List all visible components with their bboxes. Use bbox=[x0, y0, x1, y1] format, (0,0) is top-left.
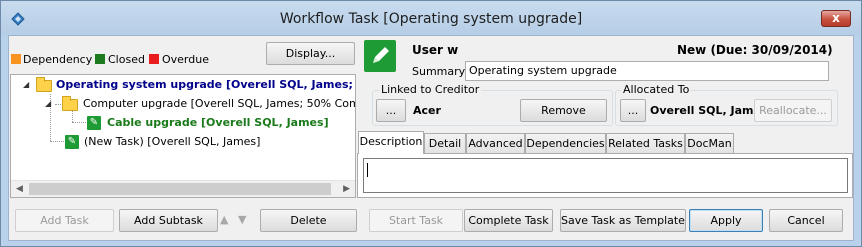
legend-dependency: Dependency bbox=[23, 53, 93, 66]
tree-connector bbox=[50, 141, 64, 142]
tab-docman[interactable]: DocMan bbox=[685, 133, 734, 153]
tab-related-tasks[interactable]: Related Tasks bbox=[606, 133, 685, 153]
move-up-icon[interactable]: ▲ bbox=[220, 213, 228, 226]
close-button[interactable]: x bbox=[821, 10, 851, 27]
remove-button[interactable]: Remove bbox=[520, 99, 607, 122]
task-pencil-icon bbox=[364, 40, 396, 72]
display-button[interactable]: Display... bbox=[266, 42, 355, 65]
assigned-user: User w bbox=[412, 43, 459, 57]
task-status: New (Due: 30/09/2014) bbox=[677, 43, 833, 57]
tree-connector bbox=[72, 122, 86, 123]
tab-dependencies[interactable]: Dependencies bbox=[525, 133, 606, 153]
apply-button[interactable]: Apply bbox=[689, 209, 763, 232]
expand-arrow-icon[interactable]: ◢ bbox=[45, 96, 51, 112]
save-template-button[interactable]: Save Task as Template bbox=[560, 209, 686, 232]
pencil-icon: ✎ bbox=[87, 116, 101, 130]
overdue-swatch bbox=[149, 54, 159, 64]
tab-detail[interactable]: Detail bbox=[424, 133, 466, 153]
allocated-to-label: Allocated To bbox=[621, 83, 692, 96]
legend-overdue: Overdue bbox=[162, 53, 209, 66]
pencil-icon: ✎ bbox=[65, 135, 79, 149]
allocated-user: Overell SQL, James bbox=[650, 104, 768, 117]
scroll-thumb[interactable] bbox=[29, 183, 331, 195]
tab-description[interactable]: Description bbox=[358, 131, 424, 154]
creditor-browse-button[interactable]: ... bbox=[376, 99, 406, 122]
scroll-left-icon[interactable]: ◀ bbox=[16, 184, 23, 194]
task-tree[interactable]: ◢ Operating system upgrade [Overell SQL,… bbox=[10, 74, 356, 198]
creditor-name: Acer bbox=[413, 104, 441, 117]
description-textarea[interactable] bbox=[363, 158, 848, 193]
folder-icon bbox=[36, 77, 52, 92]
horizontal-scrollbar[interactable]: ◀ ▶ bbox=[11, 180, 355, 197]
description-panel bbox=[357, 153, 853, 198]
delete-button[interactable]: Delete bbox=[260, 209, 357, 232]
complete-task-button[interactable]: Complete Task bbox=[464, 209, 553, 232]
add-task-button[interactable]: Add Task bbox=[15, 209, 114, 232]
title-bar[interactable]: Workflow Task [Operating system upgrade]… bbox=[1, 1, 861, 35]
dependency-swatch bbox=[11, 54, 21, 64]
client-area: Dependency Closed Overdue Display... ◢ O… bbox=[8, 35, 854, 241]
legend-closed: Closed bbox=[108, 53, 145, 66]
tree-item-label: (New Task) [Overell SQL, James] bbox=[84, 135, 261, 148]
linked-creditor-label: Linked to Creditor bbox=[379, 83, 482, 96]
folder-icon bbox=[62, 96, 78, 111]
reallocate-button[interactable]: Reallocate... bbox=[754, 99, 832, 122]
tree-item-label: Cable upgrade [Overell SQL, James] bbox=[107, 116, 329, 129]
summary-label: Summary bbox=[412, 65, 466, 78]
window-title: Workflow Task [Operating system upgrade] bbox=[279, 11, 583, 27]
scroll-right-icon[interactable]: ▶ bbox=[343, 184, 350, 194]
closed-swatch bbox=[95, 54, 105, 64]
cancel-button[interactable]: Cancel bbox=[769, 209, 843, 232]
text-caret bbox=[367, 163, 368, 177]
workflow-task-window: Workflow Task [Operating system upgrade]… bbox=[0, 0, 862, 247]
add-subtask-button[interactable]: Add Subtask bbox=[119, 209, 218, 232]
summary-input[interactable]: Operating system upgrade bbox=[465, 61, 829, 81]
tab-advanced[interactable]: Advanced bbox=[466, 133, 525, 153]
tree-item-label: Computer upgrade [Overell SQL, James; 50… bbox=[83, 97, 355, 110]
move-down-icon[interactable]: ▼ bbox=[238, 213, 246, 226]
tree-item-label: Operating system upgrade [Overell SQL, J… bbox=[56, 78, 355, 91]
start-task-button[interactable]: Start Task bbox=[369, 209, 463, 232]
tree-connector bbox=[72, 111, 73, 122]
allocate-browse-button[interactable]: ... bbox=[620, 99, 646, 122]
expand-arrow-icon[interactable]: ◢ bbox=[23, 77, 29, 93]
